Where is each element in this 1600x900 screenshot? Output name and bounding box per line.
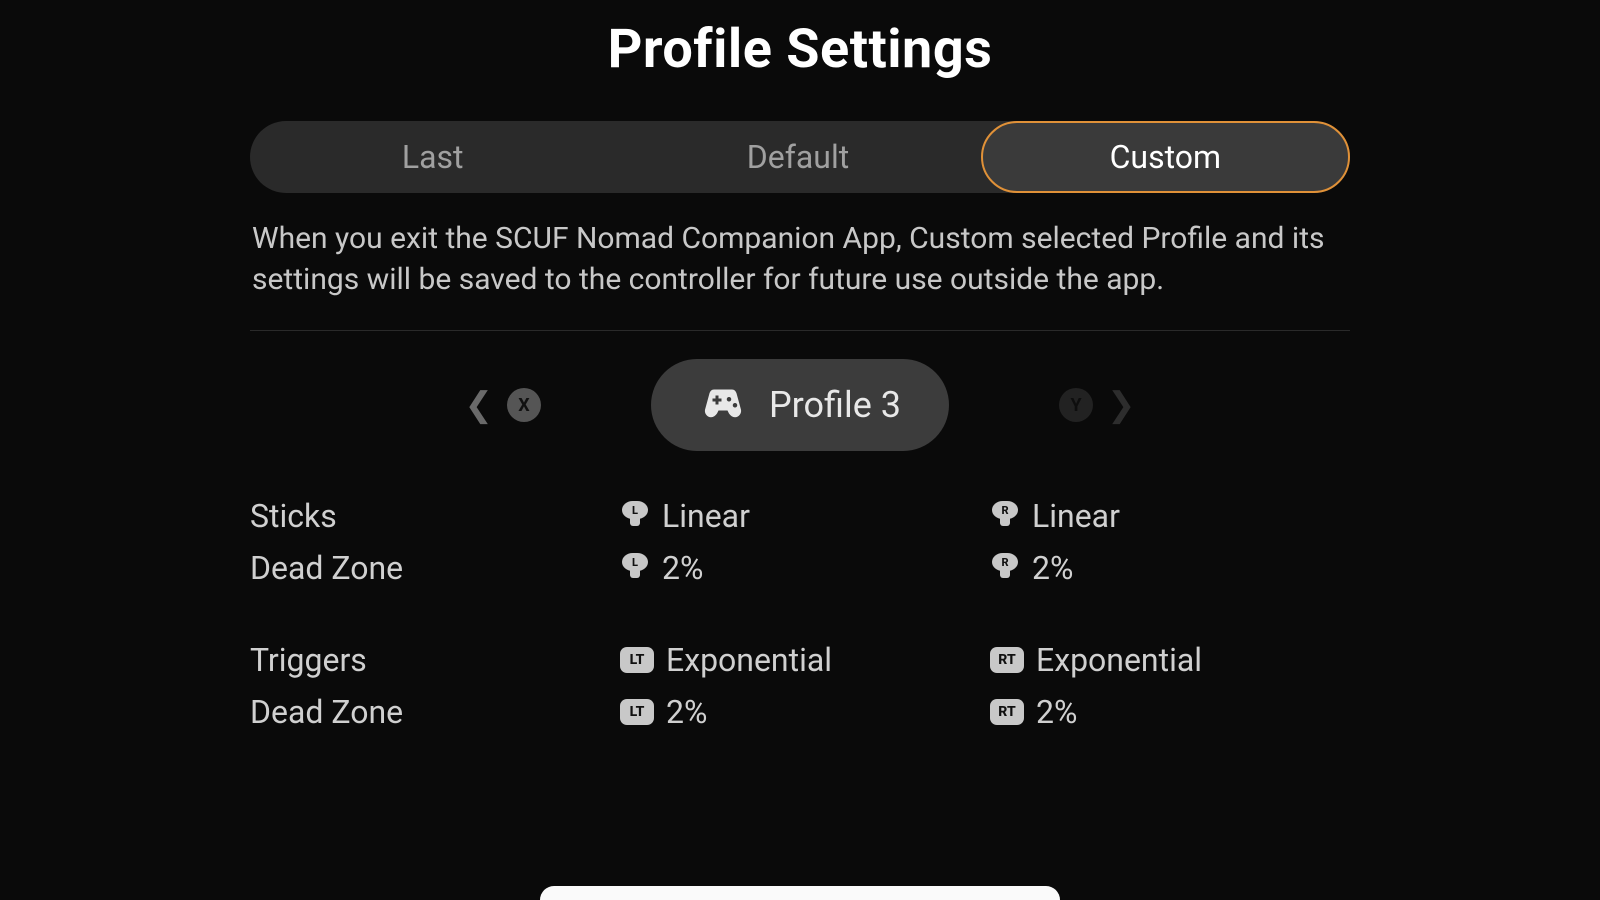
trigger-deadzone-right: RT 2% bbox=[990, 693, 1350, 731]
left-trigger-icon: LT bbox=[620, 647, 654, 673]
row-label-stick-deadzone: Dead Zone bbox=[250, 549, 620, 587]
profile-selector: ❮ X Profile 3 Y ❯ bbox=[250, 359, 1350, 451]
chevron-right-icon[interactable]: ❯ bbox=[1107, 385, 1136, 425]
y-button-hint-icon: Y bbox=[1059, 388, 1093, 422]
profile-prev-group: ❮ X bbox=[464, 385, 541, 425]
current-profile-name: Profile 3 bbox=[769, 384, 901, 426]
stick-deadzone-right: R 2% bbox=[990, 549, 1350, 587]
x-button-hint-icon: X bbox=[507, 388, 541, 422]
triggers-left-curve: Exponential bbox=[666, 641, 832, 679]
row-label-trigger-deadzone: Dead Zone bbox=[250, 693, 620, 731]
sticks-right-value: R Linear bbox=[990, 497, 1350, 535]
home-indicator bbox=[540, 886, 1060, 900]
right-stick-icon: R bbox=[990, 501, 1020, 531]
stick-deadzone-left-value: 2% bbox=[662, 549, 703, 587]
tab-custom[interactable]: Custom bbox=[981, 121, 1350, 193]
right-trigger-icon: RT bbox=[990, 647, 1024, 673]
profile-next-group: Y ❯ bbox=[1059, 385, 1136, 425]
controller-icon bbox=[699, 383, 747, 427]
trigger-deadzone-right-value: 2% bbox=[1036, 693, 1077, 731]
sticks-left-value: L Linear bbox=[620, 497, 990, 535]
mode-description: When you exit the SCUF Nomad Companion A… bbox=[250, 219, 1350, 300]
sticks-right-curve: Linear bbox=[1032, 497, 1120, 535]
triggers-left-value: LT Exponential bbox=[620, 641, 990, 679]
chevron-left-icon[interactable]: ❮ bbox=[464, 385, 493, 425]
profile-mode-tabs: Last Default Custom bbox=[250, 121, 1350, 193]
right-trigger-icon: RT bbox=[990, 699, 1024, 725]
row-label-sticks: Sticks bbox=[250, 497, 620, 535]
tab-default[interactable]: Default bbox=[615, 121, 980, 193]
tab-last[interactable]: Last bbox=[250, 121, 615, 193]
sticks-left-curve: Linear bbox=[662, 497, 750, 535]
settings-grid: Sticks L Linear R Linear Dead Zone L 2% … bbox=[250, 497, 1350, 731]
current-profile-pill[interactable]: Profile 3 bbox=[651, 359, 949, 451]
triggers-right-value: RT Exponential bbox=[990, 641, 1350, 679]
trigger-deadzone-left-value: 2% bbox=[666, 693, 707, 731]
page-title: Profile Settings bbox=[608, 18, 993, 81]
row-label-triggers: Triggers bbox=[250, 641, 620, 679]
triggers-right-curve: Exponential bbox=[1036, 641, 1202, 679]
trigger-deadzone-left: LT 2% bbox=[620, 693, 990, 731]
divider bbox=[250, 330, 1350, 331]
left-trigger-icon: LT bbox=[620, 699, 654, 725]
left-stick-icon: L bbox=[620, 501, 650, 531]
stick-deadzone-left: L 2% bbox=[620, 549, 990, 587]
stick-deadzone-right-value: 2% bbox=[1032, 549, 1073, 587]
right-stick-icon: R bbox=[990, 553, 1020, 583]
left-stick-icon: L bbox=[620, 553, 650, 583]
